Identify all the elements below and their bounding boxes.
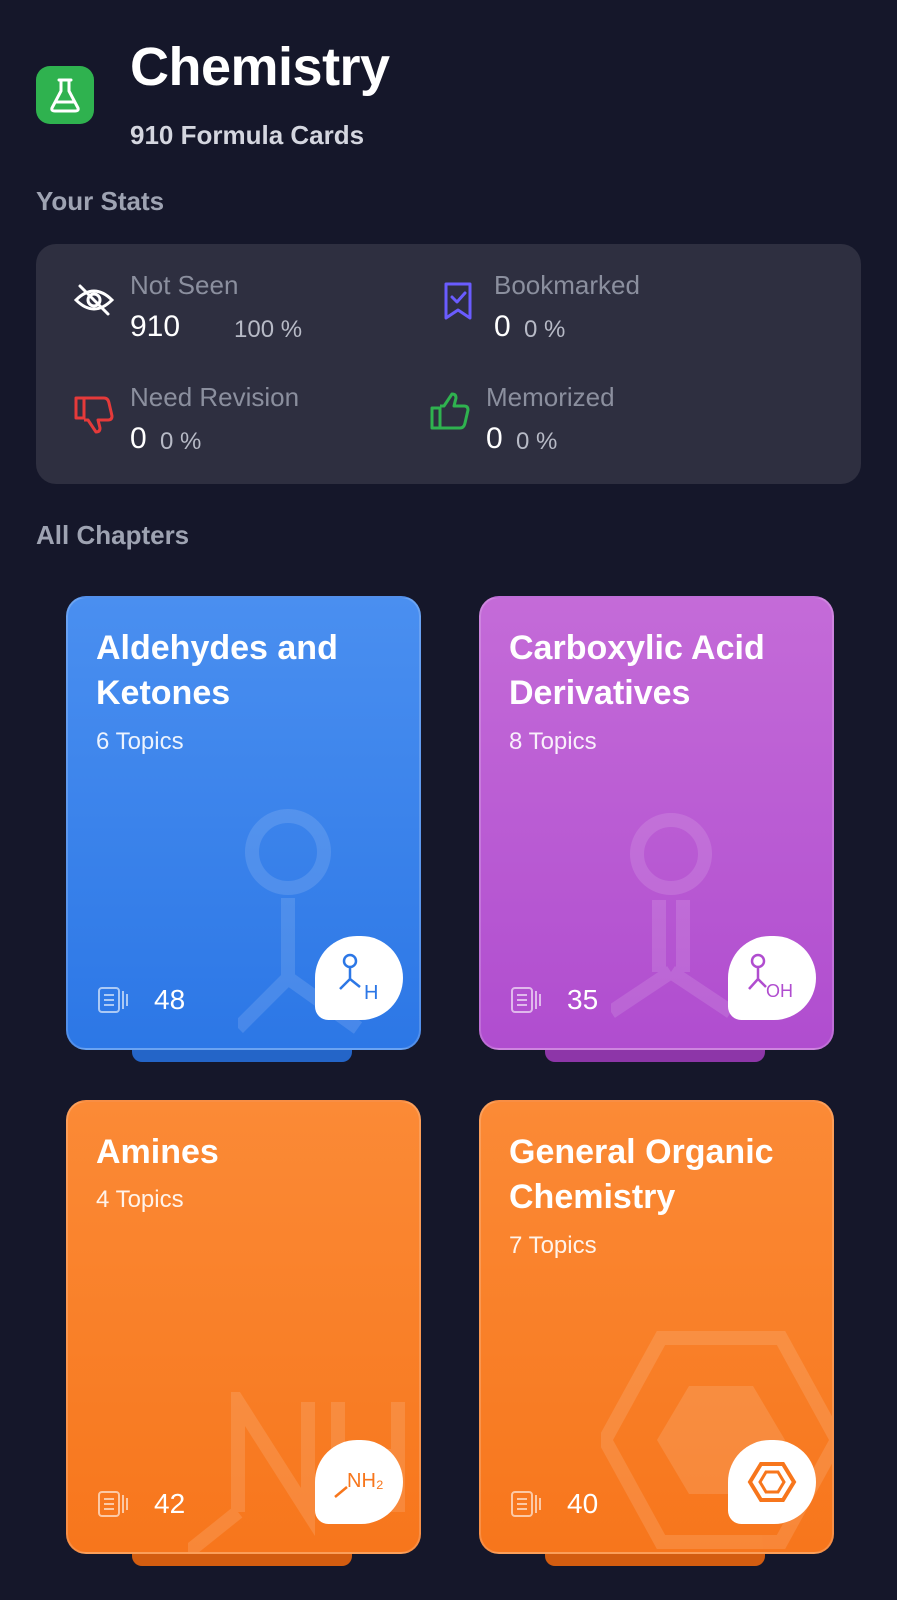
amine-icon: NH₂ [334,1470,384,1498]
badge-text: H [364,982,378,1003]
chapter-card-body: General Organic Chemistry 7 Topics 40 [479,1100,834,1554]
chemistry-app-icon [36,66,94,124]
cards-icon [98,1491,128,1517]
stat-label: Need Revision [130,382,300,412]
card-count-row: 35 [511,984,598,1016]
chapter-card-carboxylic-acid[interactable]: Carboxylic Acid Derivatives 8 Topics 35 … [479,596,834,1074]
badge-text: OH [766,981,793,1001]
chapter-badge: NH₂ [315,1440,403,1524]
thumbs-up-icon [430,392,470,430]
carboxylic-watermark-icon [611,813,735,1018]
stat-label: Not Seen [130,270,239,300]
stat-label: Memorized [486,382,615,412]
stat-percent: 0 % [524,316,566,343]
stat-label: Bookmarked [494,270,640,300]
flask-icon [50,78,80,113]
stat-count: 0 [494,310,511,343]
card-count: 42 [154,1488,186,1519]
chapter-card-body: Amines 4 Topics 42 NH₂ [66,1100,421,1554]
chapter-topics: 7 Topics [509,1232,597,1259]
chapter-name: Carboxylic Acid Derivatives [509,629,765,712]
eye-off-icon [73,284,115,316]
card-count-row: 42 [98,1488,185,1520]
chapter-card-amines[interactable]: Amines 4 Topics 42 NH₂ [66,1100,421,1578]
bookmark-icon [444,282,472,320]
chapter-card-aldehydes-ketones[interactable]: Aldehydes and Ketones 6 Topics 48 H [66,596,421,1074]
stats-section-label: Your Stats [36,186,165,216]
page-title: Chemistry [130,37,390,97]
chapter-badge: OH [728,936,816,1020]
card-count-row: 40 [511,1488,598,1520]
stats-panel: Not Seen 910 100 % Bookmarked 0 0 % Need… [36,244,861,484]
chapter-name: General Organic Chemistry [509,1133,774,1216]
card-count: 35 [567,984,599,1015]
chapter-card-body: Aldehydes and Ketones 6 Topics 48 H [66,596,421,1050]
stat-percent: 100 % [234,316,303,343]
hexagon-watermark-icon [601,1331,832,1549]
chapter-topics: 6 Topics [96,728,184,755]
thumbs-down-icon [74,396,114,434]
stat-count: 0 [130,422,147,455]
stat-count: 0 [486,422,503,455]
chapter-card-body: Carboxylic Acid Derivatives 8 Topics 35 … [479,596,834,1050]
cards-icon [511,1491,541,1517]
chapter-topics: 8 Topics [509,728,597,755]
chapter-badge [728,1440,816,1524]
hexagon-ring-icon [747,1462,797,1502]
chapter-badge: H [315,936,403,1020]
card-count-row: 48 [98,984,185,1016]
chapter-name: Aldehydes and Ketones [96,629,338,712]
chapters-section-label: All Chapters [36,520,190,550]
card-count: 40 [567,1488,599,1519]
chapter-card-general-organic-chemistry[interactable]: General Organic Chemistry 7 Topics 40 [479,1100,834,1578]
cards-icon [511,987,541,1013]
chapter-name: Amines [96,1133,219,1171]
stat-count: 910 [130,310,181,343]
page-subtitle: 910 Formula Cards [130,120,365,150]
badge-text: NH₂ [347,1470,384,1492]
cards-icon [98,987,128,1013]
aldehyde-icon: H [339,953,378,1003]
carboxylic-acid-icon: OH [748,953,793,1001]
stat-percent: 0 % [516,428,558,455]
chapter-topics: 4 Topics [96,1186,184,1213]
stat-percent: 0 % [160,428,202,455]
card-count: 48 [154,984,186,1015]
